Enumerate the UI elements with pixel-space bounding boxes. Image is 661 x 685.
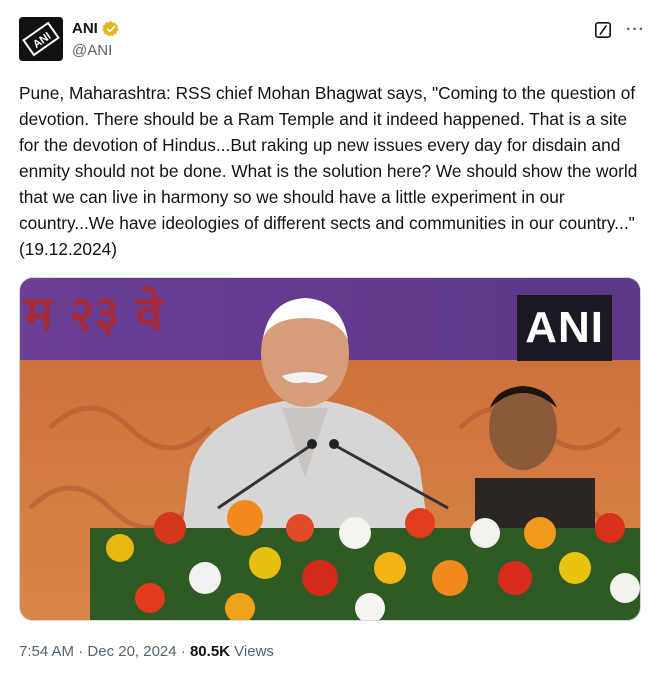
views-count[interactable]: 80.5K	[190, 643, 230, 660]
banner-text: म २३ वे	[23, 286, 165, 342]
author-names: ANI @ANI	[72, 19, 120, 61]
tweet-header: ANI ANI @ANI ···	[19, 17, 645, 63]
tweet-meta: 7:54 AM · Dec 20, 2024 · 80.5K Views	[19, 642, 274, 662]
author-handle[interactable]: @ANI	[72, 41, 120, 61]
meta-separator: ·	[74, 643, 88, 660]
tweet-time[interactable]: 7:54 AM	[19, 643, 74, 660]
views-label: Views	[230, 643, 274, 660]
ani-watermark: ANI	[517, 295, 612, 361]
more-options-icon[interactable]: ···	[626, 21, 645, 39]
ani-logo-icon: ANI	[19, 17, 63, 61]
author-display-name[interactable]: ANI	[72, 19, 98, 39]
tweet-text: Pune, Maharashtra: RSS chief Mohan Bhagw…	[19, 83, 643, 259]
author-avatar[interactable]: ANI	[19, 17, 63, 61]
header-actions: ···	[594, 21, 645, 39]
meta-separator-2: ·	[176, 643, 190, 660]
tweet-media-image[interactable]: म २३ वे ANI	[19, 277, 641, 621]
grok-icon[interactable]	[594, 21, 612, 39]
verified-gold-badge-icon[interactable]	[102, 20, 120, 38]
tweet-date[interactable]: Dec 20, 2024	[87, 643, 176, 660]
